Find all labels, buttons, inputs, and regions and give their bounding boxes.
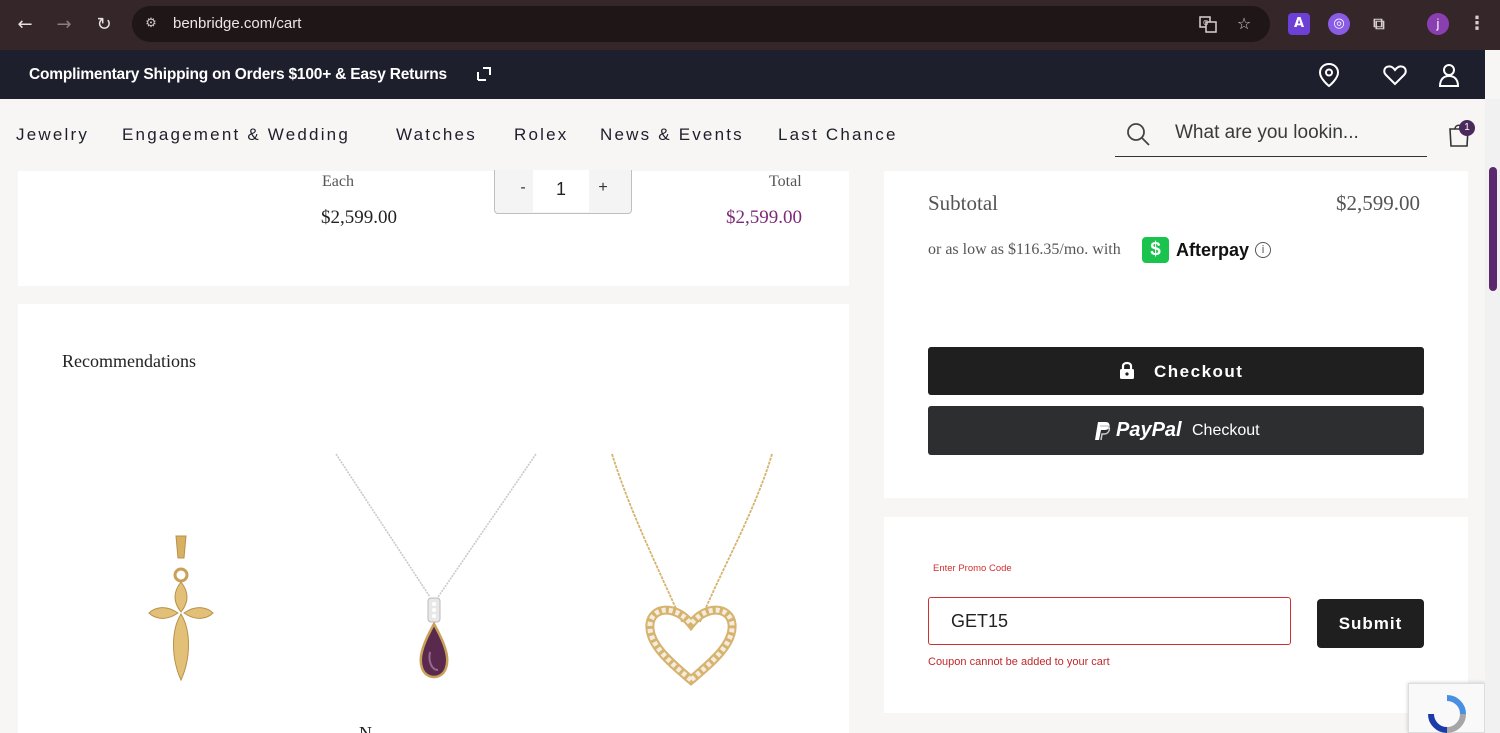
quantity-stepper: - 1 +: [494, 170, 632, 214]
page-scrollbar[interactable]: [1485, 99, 1500, 733]
quantity-value[interactable]: 1: [533, 170, 589, 212]
promo-code-input[interactable]: [951, 610, 1271, 632]
info-icon[interactable]: i: [1255, 242, 1271, 258]
promo-error-message: Coupon cannot be added to your cart: [928, 656, 1110, 668]
subtotal-value: $2,599.00: [1336, 191, 1420, 215]
lock-icon: [1120, 361, 1134, 379]
extension-a-icon[interactable]: A: [1288, 13, 1310, 35]
search-box: [1115, 113, 1427, 157]
paypal-checkout-label: Checkout: [1192, 422, 1260, 439]
total-price: $2,599.00: [726, 207, 802, 228]
recommendations-title: Recommendations: [62, 351, 196, 371]
recaptcha-badge[interactable]: [1408, 683, 1485, 733]
nav-item-watches[interactable]: Watches: [396, 125, 477, 145]
extension-swirl-icon[interactable]: ◎: [1328, 13, 1350, 35]
wishlist-heart-icon[interactable]: [1382, 62, 1408, 88]
nav-item-engagement-wedding[interactable]: Engagement & Wedding: [122, 125, 350, 145]
afterpay-text: or as low as $116.35/mo. with: [928, 241, 1121, 258]
nav-item-news-events[interactable]: News & Events: [600, 125, 744, 145]
cart-count-badge: 1: [1459, 120, 1475, 136]
account-user-icon[interactable]: [1436, 62, 1462, 88]
promo-banner-text[interactable]: Complimentary Shipping on Orders $100+ &…: [29, 66, 447, 84]
recommendation-product-name: N: [359, 723, 372, 733]
recaptcha-icon: [1428, 695, 1466, 733]
svg-text:G: G: [1203, 19, 1208, 27]
product-image-cross-pendant[interactable]: [140, 530, 220, 685]
promo-code-field: [928, 597, 1291, 645]
paypal-checkout-button[interactable]: PayPal Checkout: [928, 406, 1424, 455]
translate-icon[interactable]: G: [1198, 14, 1218, 34]
product-image-amethyst-pendant[interactable]: [330, 452, 540, 687]
paypal-brand: PayPal: [1116, 419, 1182, 441]
site-settings-icon[interactable]: ⚙: [142, 15, 160, 33]
browser-toolbar: ← → ↻ ⚙ benbridge.com/cart G ☆ A ◎ ⧉ j ⋮: [0, 0, 1500, 50]
nav-item-last-chance[interactable]: Last Chance: [778, 125, 898, 145]
forward-arrow-icon[interactable]: →: [52, 13, 76, 37]
expand-icon[interactable]: [476, 66, 492, 82]
promo-banner: Complimentary Shipping on Orders $100+ &…: [0, 50, 1485, 99]
address-bar[interactable]: ⚙ benbridge.com/cart G ☆: [132, 6, 1270, 42]
submit-promo-button[interactable]: Submit: [1317, 599, 1424, 648]
afterpay-brand: Afterpay: [1176, 240, 1250, 260]
store-locator-pin-icon[interactable]: [1316, 62, 1342, 88]
browser-menu-icon[interactable]: ⋮: [1466, 13, 1488, 35]
url-text[interactable]: benbridge.com/cart: [173, 15, 301, 33]
paypal-p-icon: [1095, 422, 1111, 441]
each-label: Each: [322, 173, 354, 190]
cart-button[interactable]: 1: [1447, 120, 1475, 149]
search-icon[interactable]: [1125, 121, 1151, 147]
decrease-quantity-button[interactable]: -: [513, 176, 533, 200]
checkout-label: Checkout: [1154, 362, 1244, 381]
afterpay-logo-icon: $: [1142, 237, 1169, 263]
bookmark-star-icon[interactable]: ☆: [1234, 14, 1254, 34]
profile-avatar[interactable]: j: [1427, 13, 1449, 35]
promo-code-label: Enter Promo Code: [933, 563, 1012, 574]
extensions-puzzle-icon[interactable]: ⧉: [1368, 13, 1390, 35]
cart-item-card: [18, 171, 849, 286]
total-label: Total: [769, 173, 802, 190]
nav-item-rolex[interactable]: Rolex: [514, 125, 568, 145]
search-input[interactable]: [1175, 119, 1425, 147]
subtotal-label: Subtotal: [928, 191, 999, 215]
product-image-heart-necklace[interactable]: [600, 452, 785, 687]
reload-icon[interactable]: ↻: [92, 13, 116, 37]
increase-quantity-button[interactable]: +: [593, 176, 613, 200]
checkout-button[interactable]: Checkout: [928, 347, 1424, 395]
back-arrow-icon[interactable]: ←: [13, 13, 37, 37]
each-price: $2,599.00: [321, 207, 397, 228]
nav-item-jewelry[interactable]: Jewelry: [16, 125, 89, 145]
scrollbar-thumb[interactable]: [1489, 167, 1497, 291]
